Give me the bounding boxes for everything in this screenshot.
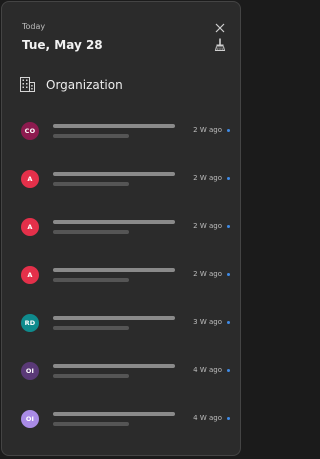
subtitle-placeholder (53, 230, 129, 234)
subtitle-placeholder (53, 374, 129, 378)
notification-item[interactable]: A 2 W ago (2, 252, 240, 300)
notification-item[interactable]: RD 3 W ago (2, 300, 240, 348)
subtitle-placeholder (53, 422, 129, 426)
clear-all-icon[interactable] (214, 38, 226, 51)
title-placeholder (53, 412, 175, 416)
avatar: OI (21, 362, 39, 380)
building-icon (20, 77, 35, 92)
notification-item[interactable]: CO 2 W ago (2, 108, 240, 156)
timestamp: 2 W ago (193, 270, 222, 278)
unread-dot (227, 129, 230, 132)
unread-dot (227, 273, 230, 276)
title-placeholder (53, 316, 175, 320)
timestamp: 2 W ago (193, 126, 222, 134)
title-placeholder (53, 268, 175, 272)
timestamp: 2 W ago (193, 222, 222, 230)
title-placeholder (53, 220, 175, 224)
close-icon[interactable] (214, 22, 226, 34)
notification-item[interactable]: OI 4 W ago (2, 396, 240, 444)
timestamp: 3 W ago (193, 318, 222, 326)
unread-dot (227, 321, 230, 324)
notification-item[interactable]: A 2 W ago (2, 156, 240, 204)
unread-dot (227, 417, 230, 420)
section-header: Organization (20, 77, 123, 92)
avatar: CO (21, 122, 39, 140)
subtitle-placeholder (53, 326, 129, 330)
timestamp: 2 W ago (193, 174, 222, 182)
avatar: A (21, 218, 39, 236)
notification-list: CO 2 W ago A 2 W ago A 2 W ago A 2 W ago (2, 108, 240, 444)
title-placeholder (53, 364, 175, 368)
notification-panel: Today Tue, May 28 Organization CO 2 W ag… (1, 1, 241, 456)
subtitle-placeholder (53, 134, 129, 138)
day-label: Today (22, 22, 46, 31)
notification-item[interactable]: A 2 W ago (2, 204, 240, 252)
date-title: Tue, May 28 (22, 38, 103, 52)
avatar: RD (21, 314, 39, 332)
avatar: A (21, 170, 39, 188)
subtitle-placeholder (53, 278, 129, 282)
title-placeholder (53, 124, 175, 128)
avatar: OI (21, 410, 39, 428)
title-placeholder (53, 172, 175, 176)
unread-dot (227, 177, 230, 180)
section-title: Organization (46, 77, 123, 92)
unread-dot (227, 225, 230, 228)
timestamp: 4 W ago (193, 366, 222, 374)
notification-item[interactable]: OI 4 W ago (2, 348, 240, 396)
timestamp: 4 W ago (193, 414, 222, 422)
subtitle-placeholder (53, 182, 129, 186)
avatar: A (21, 266, 39, 284)
unread-dot (227, 369, 230, 372)
